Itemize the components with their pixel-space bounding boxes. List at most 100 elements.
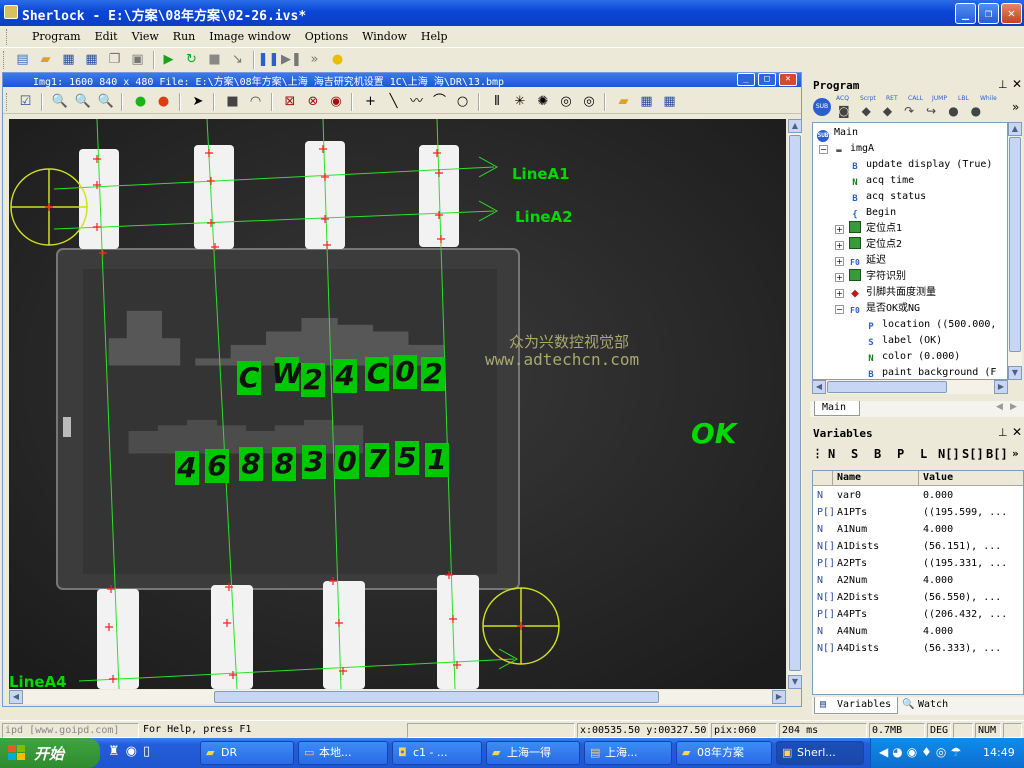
tree-scroll-down-icon[interactable]: ▼ xyxy=(1008,366,1022,380)
save-image-as-icon[interactable]: ▦ xyxy=(659,92,681,112)
col-value-header[interactable]: Value xyxy=(919,471,1023,486)
save-image-icon[interactable]: ▦ xyxy=(636,92,658,112)
stop-icon[interactable]: ■ xyxy=(204,50,226,70)
scroll-right-icon[interactable]: ▶ xyxy=(772,690,786,704)
tree-scroll-left-icon[interactable]: ◀ xyxy=(812,380,826,394)
scroll-left-icon[interactable]: ◀ xyxy=(9,690,23,704)
type-n-array-button[interactable]: N[] xyxy=(938,447,960,461)
expand-icon[interactable]: + xyxy=(835,225,844,234)
menu-help[interactable]: Help xyxy=(414,26,455,43)
zoom-fit-icon[interactable]: 🔍 xyxy=(95,92,117,112)
zoom-out-icon[interactable]: 🔍 xyxy=(49,92,71,112)
type-p-button[interactable]: P xyxy=(897,447,904,461)
taskbar-button[interactable]: ▤ 上海... xyxy=(584,741,672,765)
close-button[interactable]: ✕ xyxy=(1001,3,1022,24)
collapse-icon[interactable]: − xyxy=(819,145,828,154)
variable-row[interactable]: P[] A4PTs ((206.432, ... xyxy=(813,606,1023,623)
tree-hscroll-thumb[interactable] xyxy=(827,381,947,393)
ret-tool-icon[interactable]: RET xyxy=(886,95,898,102)
polyline-icon[interactable]: 〰 xyxy=(406,92,428,112)
variable-row[interactable]: N[] A4Dists (56.333), ... xyxy=(813,640,1023,657)
tree-scroll-thumb[interactable] xyxy=(1009,137,1021,352)
point-icon[interactable]: + xyxy=(360,92,382,112)
tree-node[interactable]: Slabel (OK) xyxy=(865,333,942,349)
var-close-icon[interactable]: ✕ xyxy=(1012,425,1022,439)
horizontal-scroll-thumb[interactable] xyxy=(214,691,659,703)
expand-icon[interactable]: + xyxy=(835,241,844,250)
variable-row[interactable]: N[] A1Dists (56.151), ... xyxy=(813,538,1023,555)
tab-scroll-left-icon[interactable]: ◀ xyxy=(996,402,1003,412)
tools-more-icon[interactable]: » xyxy=(1012,100,1019,114)
expand-icon[interactable]: + xyxy=(835,289,844,298)
tree-node[interactable]: ▬ imgA xyxy=(833,141,874,157)
tree-node[interactable]: 定位点2 xyxy=(849,237,902,253)
variable-row[interactable]: N A4Num 4.000 xyxy=(813,623,1023,640)
pin-icon[interactable]: ⊥ xyxy=(998,78,1008,91)
menu-edit[interactable]: Edit xyxy=(88,26,125,43)
tree-node[interactable]: F0 延迟 xyxy=(849,253,886,269)
quick-launch-doc-icon[interactable]: ▯ xyxy=(143,744,156,759)
expand-icon[interactable]: + xyxy=(835,257,844,266)
tree-node[interactable]: {Begin xyxy=(849,205,896,221)
tab-variables[interactable]: ▤ Variables xyxy=(814,697,898,714)
minimize-button[interactable]: _ xyxy=(955,3,976,24)
sub-tool-icon[interactable]: SUB xyxy=(813,98,831,116)
green-light-icon[interactable]: ● xyxy=(130,92,152,112)
circle-x-icon[interactable]: ⊗ xyxy=(302,92,324,112)
pause-icon[interactable]: ❚❚ xyxy=(258,50,280,70)
skip-icon[interactable]: » xyxy=(304,50,326,70)
tab-main[interactable]: Main xyxy=(814,401,860,416)
lightbulb-icon[interactable]: ● xyxy=(327,50,349,70)
tree-node[interactable]: Nacq time xyxy=(849,173,914,189)
jump-tool-icon[interactable]: JUMP xyxy=(932,95,947,102)
var-pin-icon[interactable]: ⊥ xyxy=(998,426,1008,439)
load-image-icon[interactable]: ▰ xyxy=(613,92,635,112)
quick-launch[interactable]: ♜◉▯ xyxy=(108,744,156,759)
start-button[interactable]: 开始 xyxy=(0,738,100,768)
type-b-button[interactable]: B xyxy=(874,447,881,461)
image-vertical-scrollbar[interactable]: ▲ ▼ xyxy=(788,119,802,689)
call-tool-icon[interactable]: CALL xyxy=(908,95,923,102)
col-name-header[interactable]: Name xyxy=(833,471,919,486)
type-more-icon[interactable]: » xyxy=(1012,447,1019,460)
rect-x-icon[interactable]: ⊠ xyxy=(279,92,301,112)
tree-node[interactable]: Plocation ((500.000, xyxy=(865,317,996,333)
rectangle-roi-icon[interactable]: ■ xyxy=(222,92,244,112)
menu-grip[interactable] xyxy=(6,29,21,45)
tree-node[interactable]: Bacq status xyxy=(849,189,926,205)
arc-icon[interactable]: ⌒ xyxy=(429,92,451,112)
quick-launch-browser-icon[interactable]: ◉ xyxy=(126,744,143,759)
tree-node[interactable]: SUB Main xyxy=(817,125,858,142)
annulus-icon[interactable]: ◉ xyxy=(325,92,347,112)
app-icon[interactable] xyxy=(4,5,18,19)
taskbar-button[interactable]: ▰ 08年方案 xyxy=(676,741,772,765)
taskbar-button[interactable]: ▭ 本地... xyxy=(298,741,388,765)
image-maximize-button[interactable]: □ xyxy=(758,73,776,86)
menu-image-window[interactable]: Image window xyxy=(202,26,297,43)
run-icon[interactable]: ▶ xyxy=(158,50,180,70)
tree-node[interactable]: 字符识别 xyxy=(849,269,906,285)
tree-node[interactable]: Bupdate display (True) xyxy=(849,157,992,173)
red-light-icon[interactable]: ● xyxy=(153,92,175,112)
tree-node[interactable]: Ncolor (0.000) xyxy=(865,349,960,365)
image-close-button[interactable]: ✕ xyxy=(779,73,797,86)
lbl-tool-icon[interactable]: LBL xyxy=(958,95,969,102)
new-icon[interactable]: ▤ xyxy=(12,50,34,70)
step-icon[interactable]: ↘ xyxy=(227,50,249,70)
pointer-icon[interactable]: ➤ xyxy=(187,92,209,112)
menu-run[interactable]: Run xyxy=(166,26,202,43)
copy-icon[interactable]: ❐ xyxy=(104,50,126,70)
taskbar-button[interactable]: ◘ c1 - ... xyxy=(392,741,482,765)
type-l-button[interactable]: L xyxy=(920,447,927,461)
scroll-down-icon[interactable]: ▼ xyxy=(788,675,802,689)
paste-icon[interactable]: ▣ xyxy=(127,50,149,70)
type-n-button[interactable]: N xyxy=(828,447,835,461)
type-s-button[interactable]: S xyxy=(851,447,858,461)
tree-node[interactable]: 定位点1 xyxy=(849,221,902,237)
menu-program[interactable]: Program xyxy=(25,26,88,43)
run-loop-icon[interactable]: ↻ xyxy=(181,50,203,70)
tree-scroll-up-icon[interactable]: ▲ xyxy=(1008,122,1022,136)
variable-row[interactable]: P[] A1PTs ((195.599, ... xyxy=(813,504,1023,521)
circle-icon[interactable]: ○ xyxy=(452,92,474,112)
tree-node[interactable]: Bpaint background (F xyxy=(865,365,996,379)
